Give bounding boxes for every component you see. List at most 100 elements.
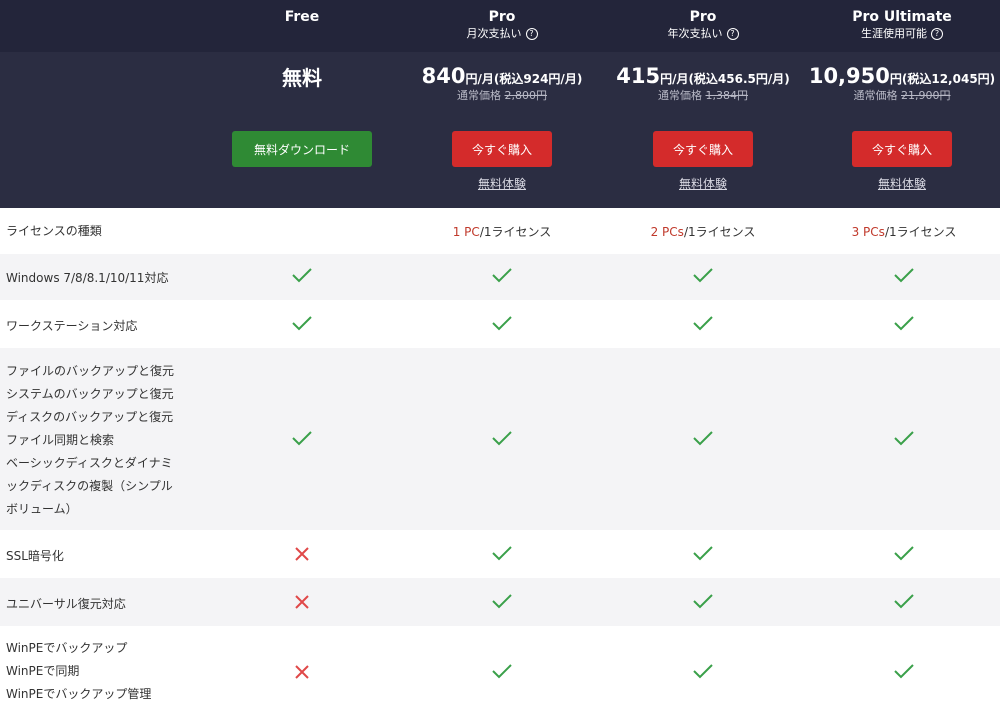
check-icon [804, 267, 1000, 286]
table-row-workstation: ワークステーション対応 [0, 300, 1000, 348]
plan-pro-yearly-price: 415円/月(税込456.5円/月) 通常価格 1,384円 [603, 64, 803, 104]
plan-pro-monthly-price-line: 840円/月(税込924円/月) [402, 64, 602, 88]
free-trial-link[interactable]: 無料体験 [402, 175, 602, 192]
check-icon [804, 545, 1000, 564]
plan-pro-yearly-header: Pro 年次支払い? [603, 8, 803, 42]
license-text: /1ライセンス [884, 225, 957, 239]
buy-now-button[interactable]: 今すぐ購入 [452, 131, 552, 167]
row-label: Windows 7/8/8.1/10/11対応 [6, 271, 169, 285]
table-row-winpe: WinPEでバックアップ WinPEで同期 WinPEでバックアップ管理 [0, 626, 1000, 713]
plan-pro-monthly-sub-text: 月次支払い [466, 27, 522, 40]
cross-icon [202, 594, 402, 613]
free-trial-link[interactable]: 無料体験 [804, 175, 1000, 192]
table-row-license: ライセンスの種類 1 PC/1ライセンス 2 PCs/1ライセンス 3 PCs/… [0, 208, 1000, 254]
row-label: ユニバーサル復元対応 [6, 597, 126, 611]
feature-line: ファイルのバックアップと復元 [6, 364, 175, 378]
plan-free-actions: 無料ダウンロード [202, 131, 402, 167]
plan-pro-monthly-header: Pro 月次支払い? [402, 8, 602, 42]
regular-price-value: 1,384円 [705, 89, 749, 102]
feature-line: ボリューム） [6, 502, 78, 516]
feature-line: システムのバックアップと復元 [6, 387, 174, 401]
table-row-ssl: SSL暗号化 [0, 530, 1000, 578]
plan-free-price-text: 無料 [282, 66, 322, 90]
check-icon [603, 430, 803, 449]
plan-pro-monthly-sub: 月次支払い? [402, 26, 602, 42]
feature-line: WinPEでバックアップ [6, 641, 128, 655]
cross-icon [202, 546, 402, 565]
plan-ultimate-name: Pro Ultimate [852, 9, 952, 25]
check-icon [402, 267, 602, 286]
plan-pro-yearly-sub-text: 年次支払い [667, 27, 723, 40]
row-label: ライセンスの種類 [6, 224, 102, 238]
regular-price-value: 21,900円 [901, 89, 951, 102]
buy-now-button[interactable]: 今すぐ購入 [852, 131, 952, 167]
plan-pro-yearly-actions: 今すぐ購入 無料体験 [603, 131, 803, 192]
plan-free-price: 無料 [202, 62, 402, 91]
check-icon [804, 593, 1000, 612]
price-unit: 円/月(税込456.5円/月) [660, 72, 790, 86]
table-row-windows: Windows 7/8/8.1/10/11対応 [0, 254, 1000, 300]
regular-price-label: 通常価格 [457, 89, 501, 102]
check-icon [402, 545, 602, 564]
plan-free-name: Free [284, 9, 320, 25]
feature-line: WinPEで同期 [6, 664, 80, 678]
regular-price: 通常価格 2,800円 [402, 88, 602, 104]
plan-ultimate-price-line: 10,950円(税込12,045円) [804, 64, 1000, 88]
buy-now-button[interactable]: 今すぐ購入 [653, 131, 753, 167]
regular-price: 通常価格 21,900円 [804, 88, 1000, 104]
check-icon [202, 430, 402, 449]
plan-pro-monthly-actions: 今すぐ購入 無料体験 [402, 131, 602, 192]
plan-ultimate-sub-text: 生涯使用可能 [861, 27, 927, 40]
free-trial-link[interactable]: 無料体験 [603, 175, 803, 192]
check-icon [804, 315, 1000, 334]
check-icon [202, 315, 402, 334]
check-icon [603, 315, 803, 334]
table-row-universal: ユニバーサル復元対応 [0, 578, 1000, 626]
regular-price-label: 通常価格 [658, 89, 702, 102]
check-icon [603, 663, 803, 682]
plan-pro-monthly-name: Pro [488, 9, 516, 25]
feature-line: WinPEでバックアップ管理 [6, 687, 152, 701]
help-icon[interactable]: ? [726, 28, 739, 40]
price-amount: 10,950 [808, 64, 890, 88]
check-icon [402, 663, 602, 682]
pricing-header: Free 無料 無料ダウンロード Pro 月次支払い? 840円/月(税込924… [0, 0, 1000, 208]
plan-pro-yearly-name: Pro [689, 9, 717, 25]
license-cell: 3 PCs/1ライセンス [804, 223, 1000, 240]
license-cell: 1 PC/1ライセンス [402, 223, 602, 240]
feature-line: ディスクのバックアップと復元 [6, 410, 174, 424]
feature-list: ファイルのバックアップと復元 システムのバックアップと復元 ディスクのバックアッ… [6, 360, 174, 521]
free-download-button[interactable]: 無料ダウンロード [232, 131, 372, 167]
license-count: 3 PCs [851, 225, 885, 239]
license-text: /1ライセンス [479, 225, 552, 239]
help-icon[interactable]: ? [931, 28, 943, 40]
feature-line: ファイル同期と検索 [6, 433, 115, 447]
check-icon [603, 267, 803, 286]
check-icon [603, 545, 803, 564]
help-icon[interactable]: ? [525, 28, 538, 40]
regular-price-label: 通常価格 [853, 89, 898, 102]
plan-ultimate-actions: 今すぐ購入 無料体験 [804, 131, 1000, 192]
plan-pro-monthly-price: 840円/月(税込924円/月) 通常価格 2,800円 [402, 64, 602, 104]
plan-ultimate-header: Pro Ultimate 生涯使用可能? [804, 8, 1000, 42]
check-icon [402, 315, 602, 334]
price-unit: 円/月(税込924円/月) [465, 72, 583, 86]
winpe-list: WinPEでバックアップ WinPEで同期 WinPEでバックアップ管理 [6, 637, 151, 706]
plan-ultimate-sub: 生涯使用可能? [804, 26, 1000, 42]
row-label: SSL暗号化 [6, 549, 64, 563]
row-label: ワークステーション対応 [6, 319, 138, 333]
check-icon [804, 430, 1000, 449]
check-icon [202, 267, 402, 286]
price-amount: 840 [421, 64, 466, 88]
license-text: /1ライセンス [683, 225, 756, 239]
plan-free-header: Free [202, 8, 402, 26]
check-icon [804, 663, 1000, 682]
feature-line: ベーシックディスクとダイナミ [6, 456, 173, 470]
table-row-features: ファイルのバックアップと復元 システムのバックアップと復元 ディスクのバックアッ… [0, 348, 1000, 530]
price-amount: 415 [616, 64, 661, 88]
check-icon [603, 593, 803, 612]
license-count: 1 PC [452, 225, 480, 239]
license-count: 2 PCs [650, 225, 684, 239]
plan-pro-yearly-price-line: 415円/月(税込456.5円/月) [603, 64, 803, 88]
check-icon [402, 430, 602, 449]
